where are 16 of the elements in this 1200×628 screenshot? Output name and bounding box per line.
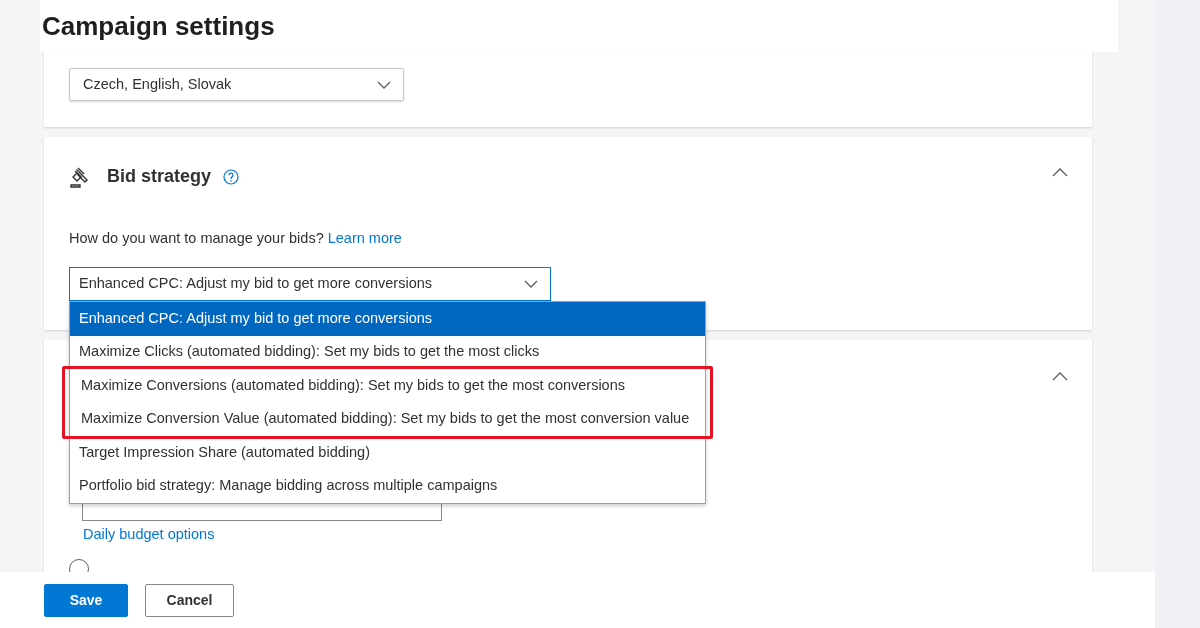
cancel-button[interactable]: Cancel	[145, 583, 234, 617]
chevron-down-icon	[524, 280, 538, 288]
dropdown-option[interactable]: Portfolio bid strategy: Manage bidding across multiple campaigns	[70, 469, 705, 503]
chevron-up-icon[interactable]	[1052, 168, 1068, 177]
chevron-down-icon	[377, 80, 391, 89]
bid-strategy-dropdown[interactable]: Enhanced CPC: Adjust my bid to get more conversions	[69, 267, 551, 301]
bid-question: How do you want to manage your bids? Learn more	[69, 229, 402, 248]
dropdown-option[interactable]: Enhanced CPC: Adjust my bid to get more conversions	[70, 302, 705, 336]
save-button[interactable]: Save	[44, 583, 128, 617]
language-dropdown[interactable]: Czech, English, Slovak	[69, 68, 404, 101]
learn-more-link[interactable]: Learn more	[327, 230, 402, 246]
chevron-up-icon[interactable]	[1052, 372, 1068, 381]
help-icon[interactable]	[223, 168, 240, 185]
daily-budget-options-link[interactable]: Daily budget options	[83, 524, 215, 546]
page-title: Campaign settings	[42, 9, 275, 43]
section-title: Bid strategy	[107, 165, 212, 188]
